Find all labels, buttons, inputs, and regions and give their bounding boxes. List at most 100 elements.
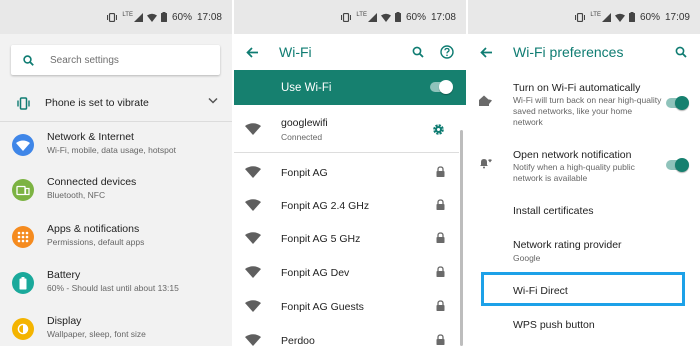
wifi-status-icon xyxy=(614,13,625,22)
network-name: Fonpit AG Dev xyxy=(281,267,350,279)
toggle-knob xyxy=(675,158,689,172)
network-status: Connected xyxy=(281,132,323,142)
use-wifi-toggle[interactable] xyxy=(430,80,453,94)
status-bar: LTE 60% 17:09 xyxy=(468,0,700,34)
settings-item-apps[interactable]: Apps & notifications Permissions, defaul… xyxy=(0,222,232,264)
lock-icon xyxy=(436,334,445,345)
page-title: Wi-Fi preferences xyxy=(513,44,624,60)
scrollbar[interactable] xyxy=(460,130,463,346)
signal-icon xyxy=(367,12,377,22)
wifi-screen: LTE 60% 17:08 Wi-Fi Use Wi-Fi googlewifi… xyxy=(234,0,466,346)
wifi-signal-icon xyxy=(245,166,261,178)
network-row[interactable]: Fonpit AG 5 GHz xyxy=(234,222,459,255)
network-row[interactable]: Fonpit AG 2.4 GHz xyxy=(234,189,459,222)
vibrate-suggestion[interactable]: Phone is set to vibrate xyxy=(0,88,232,118)
use-wifi-row[interactable]: Use Wi-Fi xyxy=(234,70,466,105)
page-title: Wi-Fi xyxy=(279,44,312,60)
lock-icon xyxy=(436,300,445,311)
wifi-signal-icon xyxy=(245,334,261,346)
network-name: Perdoo xyxy=(281,335,315,346)
pref-install-certificates[interactable]: Install certificates xyxy=(468,204,700,224)
network-type: LTE xyxy=(590,11,601,18)
back-arrow-icon[interactable] xyxy=(246,46,259,58)
pref-title: Open network notification xyxy=(513,149,632,161)
pref-title: Network rating provider xyxy=(513,239,622,251)
battery-percent: 60% xyxy=(171,11,192,23)
pref-title: WPS push button xyxy=(513,319,595,331)
wifi-notification-icon xyxy=(480,159,492,169)
wifi-signal-icon xyxy=(245,199,261,211)
settings-item-connected-devices[interactable]: Connected devices Bluetooth, NFC xyxy=(0,175,232,217)
settings-item-display[interactable]: Display Wallpaper, sleep, font size xyxy=(0,314,232,346)
settings-item-title: Display xyxy=(47,315,82,327)
vibrate-label: Phone is set to vibrate xyxy=(45,97,149,109)
search-icon[interactable] xyxy=(675,46,687,58)
network-name: Fonpit AG xyxy=(281,167,328,179)
lock-icon xyxy=(436,199,445,210)
network-name: googlewifi xyxy=(281,117,328,129)
search-icon xyxy=(23,54,34,66)
connected-network-row[interactable]: googlewifi Connected xyxy=(234,111,459,153)
pref-subtitle: Google xyxy=(513,253,541,263)
lock-icon xyxy=(436,166,445,177)
pref-subtitle: Notify when a high-quality public networ… xyxy=(513,162,635,183)
pref-wps-push-button[interactable]: WPS push button xyxy=(468,318,700,338)
wifi-home-icon xyxy=(479,95,492,106)
pref-network-rating-provider[interactable]: Network rating provider Google xyxy=(468,238,700,266)
wifi-signal-icon xyxy=(245,232,261,244)
settings-item-subtitle: Wallpaper, sleep, font size xyxy=(47,329,146,339)
chevron-down-icon[interactable] xyxy=(208,97,218,104)
battery-icon xyxy=(12,272,34,294)
network-row[interactable]: Perdoo xyxy=(234,324,459,346)
search-icon[interactable] xyxy=(412,46,424,58)
settings-item-battery[interactable]: Battery 60% - Should last until about 13… xyxy=(0,268,232,310)
settings-item-network[interactable]: Network & Internet Wi-Fi, mobile, data u… xyxy=(0,130,232,172)
help-icon[interactable] xyxy=(440,45,454,59)
wifi-signal-icon xyxy=(245,300,261,312)
use-wifi-label: Use Wi-Fi xyxy=(281,81,332,94)
wifi-icon xyxy=(12,134,34,156)
settings-item-title: Apps & notifications xyxy=(47,223,140,235)
wifi-signal-icon xyxy=(245,123,261,135)
open-network-toggle[interactable] xyxy=(666,158,689,172)
clock: 17:08 xyxy=(430,11,456,23)
battery-status-icon xyxy=(394,12,401,22)
settings-item-subtitle: Bluetooth, NFC xyxy=(47,190,106,200)
pref-turn-on-wifi-automatically[interactable]: Turn on Wi-Fi automatically Wi-Fi will t… xyxy=(468,80,700,136)
auto-wifi-toggle[interactable] xyxy=(666,96,689,110)
search-settings-bar[interactable]: Search settings xyxy=(11,45,220,75)
pref-open-network-notification[interactable]: Open network notification Notify when a … xyxy=(468,147,700,191)
network-row[interactable]: Fonpit AG Dev xyxy=(234,256,459,289)
battery-status-icon xyxy=(160,12,167,22)
vibrate-icon xyxy=(17,96,30,110)
display-icon xyxy=(12,318,34,340)
clock: 17:09 xyxy=(664,11,690,23)
toggle-knob xyxy=(675,96,689,110)
highlight-box xyxy=(481,272,685,306)
battery-percent: 60% xyxy=(639,11,660,23)
network-name: Fonpit AG 5 GHz xyxy=(281,233,361,245)
battery-percent: 60% xyxy=(405,11,426,23)
vibrate-status-icon xyxy=(341,12,352,22)
wifi-signal-icon xyxy=(245,266,261,278)
back-arrow-icon[interactable] xyxy=(480,46,493,58)
network-name: Fonpit AG 2.4 GHz xyxy=(281,200,370,212)
settings-item-subtitle: Wi-Fi, mobile, data usage, hotspot xyxy=(47,145,176,155)
search-placeholder: Search settings xyxy=(50,54,119,66)
gear-icon[interactable] xyxy=(432,123,445,136)
network-name: Fonpit AG Guests xyxy=(281,301,364,313)
settings-item-title: Battery xyxy=(47,269,81,281)
network-row[interactable]: Fonpit AG xyxy=(234,156,459,189)
wifi-app-bar: Wi-Fi xyxy=(234,34,466,70)
apps-icon xyxy=(12,226,34,248)
network-type: LTE xyxy=(356,11,367,18)
wifi-status-icon xyxy=(146,13,157,22)
wifi-status-icon xyxy=(380,13,391,22)
vibrate-status-icon xyxy=(107,12,118,22)
settings-item-title: Network & Internet xyxy=(47,131,134,143)
pref-subtitle: Wi-Fi will turn back on near high-qualit… xyxy=(513,95,662,127)
settings-item-subtitle: 60% - Should last until about 13:15 xyxy=(47,283,179,293)
signal-icon xyxy=(133,12,143,22)
settings-screen: LTE 60% 17:08 Search settings Phone is s… xyxy=(0,0,232,346)
network-row[interactable]: Fonpit AG Guests xyxy=(234,290,459,323)
